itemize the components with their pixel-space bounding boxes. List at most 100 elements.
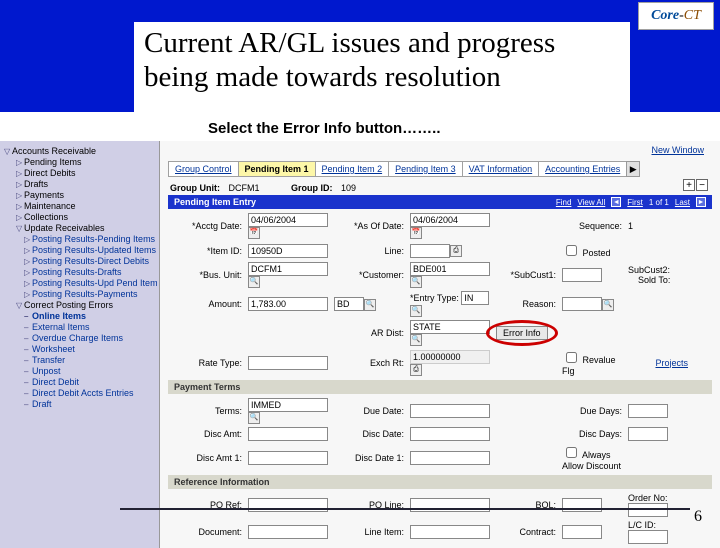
line-item-label: Line Item: <box>334 527 404 537</box>
allow-discount-checkbox[interactable] <box>566 447 577 458</box>
calendar-icon[interactable]: 📅 <box>248 227 260 239</box>
sidebar-item[interactable]: ▷Payments <box>16 190 157 200</box>
error-info-button[interactable]: Error Info <box>496 326 548 340</box>
tab-accounting-entries[interactable]: Accounting Entries <box>538 161 627 177</box>
entry-type-label: *Entry Type: <box>410 293 459 303</box>
sidebar-item[interactable]: ▷Collections <box>16 212 157 222</box>
currency-field[interactable] <box>334 297 364 311</box>
bus-unit-field[interactable] <box>248 262 328 276</box>
lookup-icon[interactable]: 🔍 <box>248 276 260 288</box>
tab-group-control[interactable]: Group Control <box>168 161 239 177</box>
lookup-icon[interactable]: 🔍 <box>364 299 376 311</box>
item-id-field[interactable] <box>248 244 328 258</box>
due-date-field[interactable] <box>410 404 490 418</box>
disc-date1-field[interactable] <box>410 451 490 465</box>
contract-field[interactable] <box>562 525 602 539</box>
due-days-field[interactable] <box>628 404 668 418</box>
ardist-field[interactable] <box>410 320 490 334</box>
sidebar-item[interactable]: ▷Posting Results-Direct Debits <box>24 256 157 266</box>
line-field[interactable] <box>410 244 450 258</box>
add-row-button[interactable]: + <box>683 179 695 191</box>
reason-field[interactable] <box>562 297 602 311</box>
calendar-icon[interactable]: 📅 <box>410 227 422 239</box>
bus-unit-label: *Bus. Unit: <box>172 270 242 280</box>
exch-rt-field <box>410 350 490 364</box>
exch-icon[interactable]: ⎙ <box>410 364 422 376</box>
sidebar-item[interactable]: ▷Maintenance <box>16 201 157 211</box>
sidebar-item[interactable]: ▽Accounts Receivable <box>4 146 157 156</box>
view-all-link[interactable]: View All <box>577 198 605 207</box>
sidebar-item[interactable]: ▷Direct Debits <box>16 168 157 178</box>
sidebar: ▽Accounts Receivable▷Pending Items▷Direc… <box>0 141 160 548</box>
document-field[interactable] <box>248 525 328 539</box>
find-link[interactable]: Find <box>556 198 572 207</box>
sidebar-item[interactable]: –Direct Debit <box>24 377 157 387</box>
disc-amt-label: Disc Amt: <box>172 429 242 439</box>
first-link[interactable]: First <box>627 198 643 207</box>
sidebar-item[interactable]: ▷Posting Results-Payments <box>24 289 157 299</box>
disc-amt1-field[interactable] <box>248 451 328 465</box>
reason-label: Reason: <box>496 299 556 309</box>
group-unit-value: DCFM1 <box>229 183 289 193</box>
terms-field[interactable] <box>248 398 328 412</box>
lookup-icon[interactable]: ⎙ <box>450 245 462 257</box>
subcust2-label: SubCust2: <box>628 265 670 275</box>
tab-scroll-right[interactable]: ▶ <box>626 161 640 177</box>
sidebar-item[interactable]: ▷Posting Results-Pending Items <box>24 234 157 244</box>
sidebar-item[interactable]: –Overdue Charge Items <box>24 333 157 343</box>
instruction-text: Select the Error Info button…….. <box>208 120 720 137</box>
ardist-label: AR Dist: <box>334 328 404 338</box>
disc-date1-label: Disc Date 1: <box>334 453 404 463</box>
sidebar-item[interactable]: –Unpost <box>24 366 157 376</box>
customer-field[interactable] <box>410 262 490 276</box>
sidebar-item[interactable]: ▽Update Receivables <box>16 223 157 233</box>
lc-id-field[interactable] <box>628 530 668 544</box>
lookup-icon[interactable]: 🔍 <box>410 305 422 317</box>
delete-row-button[interactable]: − <box>696 179 708 191</box>
lookup-icon[interactable]: 🔍 <box>410 276 422 288</box>
new-window-link[interactable]: New Window <box>651 145 704 155</box>
sidebar-item[interactable]: ▷Posting Results-Updated Items <box>24 245 157 255</box>
sidebar-item[interactable]: ▷Pending Items <box>16 157 157 167</box>
asof-date-field[interactable] <box>410 213 490 227</box>
tab-pending-item-1[interactable]: Pending Item 1 <box>238 161 316 177</box>
tab-vat-information[interactable]: VAT Information <box>462 161 540 177</box>
amount-field[interactable] <box>248 297 328 311</box>
order-no-field[interactable] <box>628 503 668 517</box>
sidebar-item[interactable]: –Online Items <box>24 311 157 321</box>
disc-date-field[interactable] <box>410 427 490 441</box>
posted-checkbox[interactable] <box>566 245 577 256</box>
tab-pending-item-3[interactable]: Pending Item 3 <box>388 161 463 177</box>
lookup-icon[interactable]: 🔍 <box>248 412 260 424</box>
rate-type-field[interactable] <box>248 356 328 370</box>
sidebar-item[interactable]: ▷Drafts <box>16 179 157 189</box>
tab-pending-item-2[interactable]: Pending Item 2 <box>315 161 390 177</box>
line-item-field[interactable] <box>410 525 490 539</box>
acctg-date-label: *Acctg Date: <box>172 221 242 231</box>
sidebar-item[interactable]: –Worksheet <box>24 344 157 354</box>
first-icon[interactable]: ◄ <box>611 197 621 207</box>
asof-date-label: *As Of Date: <box>334 221 404 231</box>
sidebar-item[interactable]: –Direct Debit Accts Entries <box>24 388 157 398</box>
projects-link[interactable]: Projects <box>655 358 688 368</box>
sidebar-item[interactable]: ▷Posting Results-Drafts <box>24 267 157 277</box>
subcust1-field[interactable] <box>562 268 602 282</box>
disc-days-field[interactable] <box>628 427 668 441</box>
sidebar-item[interactable]: –Draft <box>24 399 157 409</box>
disc-date-label: Disc Date: <box>334 429 404 439</box>
revalue-checkbox[interactable] <box>566 352 577 363</box>
sidebar-item[interactable]: ▽Correct Posting Errors <box>16 300 157 310</box>
lookup-icon[interactable]: 🔍 <box>602 299 614 311</box>
last-icon[interactable]: ► <box>696 197 706 207</box>
sidebar-item[interactable]: ▷Posting Results-Upd Pend Items <box>24 278 157 288</box>
record-range: 1 of 1 <box>649 198 669 207</box>
disc-amt-field[interactable] <box>248 427 328 441</box>
last-link[interactable]: Last <box>675 198 690 207</box>
sidebar-item[interactable]: –External Items <box>24 322 157 332</box>
sidebar-item[interactable]: –Transfer <box>24 355 157 365</box>
contract-label: Contract: <box>496 527 556 537</box>
section-payment-terms: Payment Terms <box>168 380 712 394</box>
lookup-icon[interactable]: 🔍 <box>410 334 422 346</box>
entry-type-field[interactable] <box>461 291 489 305</box>
acctg-date-field[interactable] <box>248 213 328 227</box>
